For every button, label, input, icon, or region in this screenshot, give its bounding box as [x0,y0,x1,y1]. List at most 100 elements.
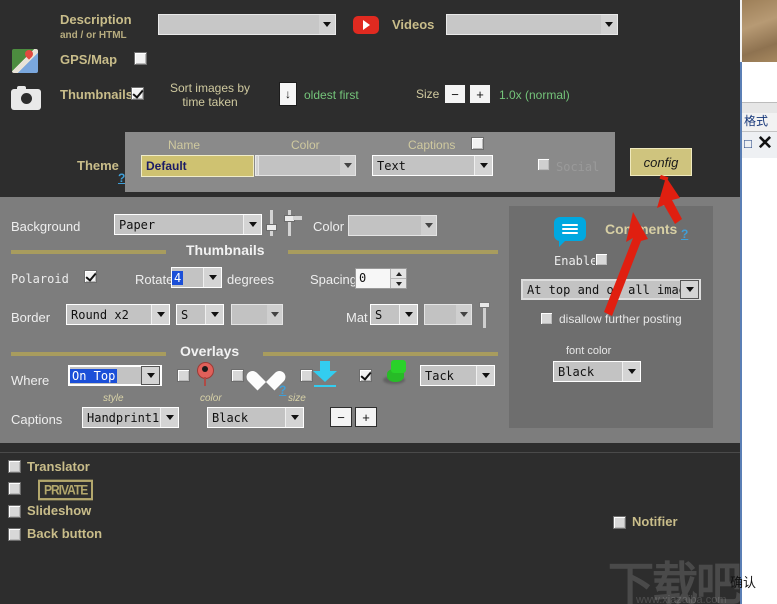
description-sublabel: and / or HTML [60,30,127,41]
disallow-posting-checkbox[interactable] [540,312,553,325]
heart-overlay-checkbox[interactable] [231,369,244,382]
chevron-down-icon[interactable] [456,305,471,324]
chevron-down-icon[interactable] [203,268,221,287]
config-button[interactable]: config [630,148,692,176]
size-sublabel: size [288,393,306,404]
social-checkbox[interactable] [537,158,550,171]
chevron-down-icon[interactable] [476,366,494,385]
arrow-bar [314,385,336,387]
private-checkbox[interactable] [8,482,21,495]
private-badge: PRIVATE [38,479,94,501]
tack-overlay-checkbox[interactable] [359,369,372,382]
notifier-checkbox[interactable] [613,516,626,529]
theme-name-dropdown[interactable]: Default [141,155,254,177]
background-window-edge [740,62,742,604]
push-pin-icon[interactable] [383,360,413,386]
download-arrow-icon[interactable] [313,361,337,387]
slider-track-1 [270,210,273,236]
videos-dropdown[interactable] [446,14,618,35]
chevron-down-icon[interactable] [399,305,417,324]
spin-up-icon[interactable] [391,269,406,279]
background-color-swatch[interactable] [348,215,437,236]
background-sliders[interactable] [266,210,308,242]
translator-label: Translator [27,459,90,474]
slider-knob-1[interactable] [266,224,277,231]
background-dropdown[interactable]: Paper [114,214,262,235]
chevron-down-icon[interactable] [285,408,303,427]
slider-knob[interactable] [479,302,490,308]
heart-icon[interactable] [254,363,278,384]
overlays-help-link[interactable]: ? [279,383,286,397]
chevron-down-icon[interactable] [205,305,223,324]
thumbnails-checkbox[interactable] [131,87,144,100]
spin-down-icon[interactable] [391,279,406,288]
spacing-stepper[interactable]: 0 [355,268,407,289]
chevron-down-icon[interactable] [267,305,282,324]
download-overlay-checkbox[interactable] [300,369,313,382]
description-dropdown[interactable] [158,14,336,35]
border-size-dropdown[interactable]: S [176,304,224,325]
rotate-dropdown[interactable]: 4 [171,267,222,288]
chevron-down-icon[interactable] [622,362,640,381]
close-icon[interactable]: ✕ [757,134,773,153]
chevron-down-icon[interactable] [340,156,355,175]
mat-color-swatch[interactable] [424,304,472,325]
style-sublabel: style [103,393,124,404]
mat-size-value: S [375,307,383,322]
confirm-button-label[interactable]: 确认 [730,572,756,591]
slideshow-label: Slideshow [27,503,92,518]
spacing-spin-buttons[interactable] [390,269,406,288]
pin-tail [204,377,206,386]
border-style-dropdown[interactable]: Round x2 [66,304,170,325]
chevron-down-icon[interactable] [141,366,160,385]
mat-width-slider[interactable] [479,302,490,328]
theme-color-swatch[interactable] [258,155,356,176]
color-preview [232,305,267,324]
size-increase-button[interactable]: + [469,84,491,104]
theme-label: Theme [77,158,119,173]
chevron-down-icon[interactable] [319,15,335,34]
chevron-down-icon[interactable] [474,156,492,175]
chevron-down-icon[interactable] [680,280,699,299]
tack-type-dropdown[interactable]: Tack [420,365,495,386]
caption-size-increase-button[interactable]: + [355,407,377,427]
comments-enable-checkbox[interactable] [595,253,608,266]
background-toolbar-icon[interactable]: □ [744,136,752,151]
sort-direction-button[interactable]: ↓ [279,82,297,106]
chevron-down-icon[interactable] [160,408,178,427]
chevron-down-icon[interactable] [151,305,169,324]
chevron-down-icon[interactable] [421,216,436,235]
size-value: 1.0x (normal) [499,88,570,102]
back-button-checkbox[interactable] [8,528,21,541]
background-window-menu[interactable]: 格式 [744,112,777,130]
gps-map-checkbox[interactable] [134,52,147,65]
theme-captions-checkbox[interactable] [471,137,484,150]
border-size-value: S [181,307,189,322]
pin-overlay-checkbox[interactable] [177,369,190,382]
mat-size-dropdown[interactable]: S [370,304,418,325]
border-color-swatch[interactable] [231,304,283,325]
overlay-captions-label: Captions [11,412,63,427]
chevron-down-icon[interactable] [243,215,261,234]
comments-position-dropdown[interactable]: At top and on all images [521,279,701,300]
slideshow-checkbox[interactable] [8,505,21,518]
theme-captions-dropdown[interactable]: Text [372,155,493,176]
size-decrease-button[interactable]: − [444,84,466,104]
caption-size-decrease-button[interactable]: − [330,407,352,427]
caption-color-dropdown[interactable]: Black [207,407,304,428]
where-dropdown[interactable]: On Top [68,365,162,386]
sort-images-label: Sort images by time taken [169,81,251,109]
translator-checkbox[interactable] [8,460,21,473]
comments-help-link[interactable]: ? [681,227,688,241]
chevron-down-icon[interactable] [601,15,617,34]
disallow-posting-label: disallow further posting [559,312,682,326]
background-label: Background [11,219,81,234]
thumbnails-label: Thumbnails [60,87,133,102]
slider-track-2 [288,210,291,236]
polaroid-checkbox[interactable] [84,270,97,283]
map-pin-icon[interactable] [197,362,214,386]
arrow-down-icon: ↓ [285,87,291,101]
comments-font-color-dropdown[interactable]: Black [553,361,641,382]
bubble-line [562,232,578,234]
caption-style-dropdown[interactable]: Handprint1 [82,407,179,428]
